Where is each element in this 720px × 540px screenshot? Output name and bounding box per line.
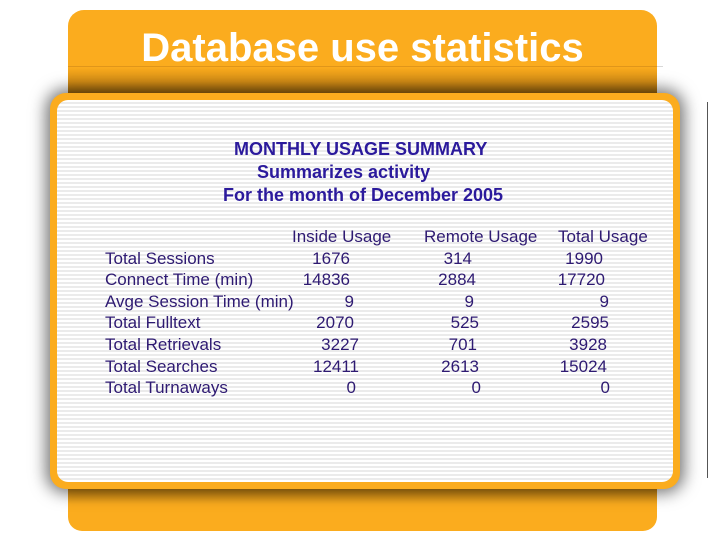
report-subheading: Summarizes activity <box>257 162 431 182</box>
remote-value: 2884 <box>438 270 476 289</box>
remote-value: 314 <box>443 249 472 268</box>
inside-value: 2070 <box>316 313 354 332</box>
tab-divider-extension <box>657 66 663 67</box>
total-value: 9 <box>599 292 609 311</box>
inside-value: 3227 <box>321 335 359 354</box>
total-value: 0 <box>600 378 610 397</box>
column-header-remote: Remote Usage <box>424 227 538 246</box>
row-label: Connect Time (min) <box>105 270 254 289</box>
inside-value: 0 <box>346 378 356 397</box>
column-header-total: Total Usage <box>558 227 648 246</box>
remote-value: 701 <box>448 335 477 354</box>
remote-value: 0 <box>471 378 481 397</box>
column-header-inside: Inside Usage <box>292 227 392 246</box>
slide-title: Database use statistics <box>141 26 584 70</box>
row-label: Total Searches <box>105 357 218 376</box>
total-value: 2595 <box>571 313 609 332</box>
report-heading: MONTHLY USAGE SUMMARY <box>234 139 488 159</box>
report-period: For the month of December 2005 <box>223 185 504 205</box>
remote-value: 525 <box>450 313 479 332</box>
inside-value: 14836 <box>302 270 350 289</box>
vertical-divider <box>707 102 708 478</box>
total-value: 17720 <box>557 270 605 289</box>
inside-value: 12411 <box>312 357 359 376</box>
row-label: Total Fulltext <box>105 313 201 332</box>
inside-value: 1676 <box>312 249 350 268</box>
total-value: 3928 <box>569 335 607 354</box>
remote-value: 2613 <box>441 357 479 376</box>
remote-value: 9 <box>464 292 474 311</box>
row-label: Avge Session Time (min) <box>105 292 294 311</box>
total-value: 1990 <box>565 249 603 268</box>
row-label: Total Turnaways <box>105 378 228 397</box>
total-value: 15024 <box>559 357 607 376</box>
row-label: Total Sessions <box>105 249 215 268</box>
row-label: Total Retrievals <box>105 335 222 354</box>
inside-value: 9 <box>344 292 354 311</box>
